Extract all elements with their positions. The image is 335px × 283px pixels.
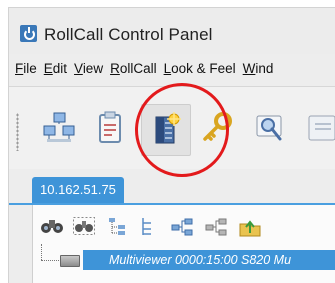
menu-rollcall[interactable]: RollCall	[110, 61, 157, 76]
network-nodes-icon[interactable]	[171, 217, 193, 237]
device-icon	[60, 255, 80, 267]
toolbar-button-partial[interactable]	[297, 104, 335, 154]
network-nodes-gray-icon[interactable]	[205, 217, 227, 237]
menu-view[interactable]: View	[74, 61, 103, 76]
panel-toolbar	[33, 205, 335, 245]
folder-up-icon[interactable]	[239, 217, 261, 237]
network-computers-button[interactable]	[35, 104, 83, 154]
partial-icon	[308, 115, 335, 141]
tree-connector	[41, 260, 59, 261]
binoculars-dotted-icon[interactable]	[73, 217, 95, 235]
tree-expand-icon[interactable]	[107, 217, 127, 237]
toolbar-grip[interactable]	[16, 113, 19, 151]
clipboard-button[interactable]	[87, 104, 135, 154]
rollcall-app-icon	[20, 25, 37, 42]
menu-edit[interactable]: Edit	[44, 61, 67, 76]
tree-row-label[interactable]: Multiviewer 0000:15:00 S820 Mu	[83, 250, 335, 270]
network-computers-icon	[43, 112, 75, 142]
network-panel: Multiviewer 0000:15:00 S820 Mu	[32, 205, 335, 283]
tab-strip: 10.162.51.75	[9, 173, 335, 205]
menu-bar: File Edit View RollCall Look & Feel Wind	[9, 61, 335, 83]
certificate-search-icon	[256, 115, 282, 141]
app-window: RollCall Control Panel File Edit View RollC…	[8, 7, 335, 283]
tree-collapse-icon[interactable]	[139, 217, 159, 237]
clipboard-checklist-icon	[99, 111, 121, 143]
tab-ip-address[interactable]: 10.162.51.75	[32, 177, 124, 203]
certificate-search-button[interactable]	[245, 104, 293, 154]
highlight-circle	[135, 83, 229, 177]
menu-window[interactable]: Wind	[243, 61, 274, 76]
tree-connector-vertical	[41, 244, 42, 260]
menu-file[interactable]: File	[15, 61, 37, 76]
title-bar: RollCall Control Panel	[9, 8, 335, 54]
window-title: RollCall Control Panel	[44, 25, 213, 44]
binoculars-icon[interactable]	[41, 217, 63, 235]
tree-row[interactable]: Multiviewer 0000:15:00 S820 Mu	[33, 244, 335, 270]
menu-look-and-feel[interactable]: Look & Feel	[164, 61, 236, 76]
